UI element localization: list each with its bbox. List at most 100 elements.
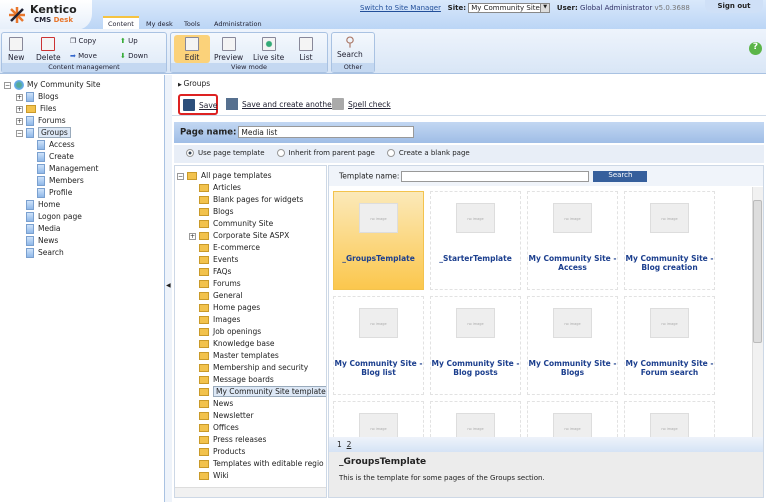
search-button[interactable]: ⚲ Search xyxy=(337,35,363,59)
template-category[interactable]: Newsletter xyxy=(199,411,254,420)
template-tile[interactable]: no image My Community Site - Blog posts xyxy=(430,296,521,395)
help-icon[interactable]: ? xyxy=(749,42,762,55)
template-category[interactable]: News xyxy=(199,399,233,408)
tree-item[interactable]: Media xyxy=(16,224,61,234)
logo-title: Kentico xyxy=(30,3,77,16)
template-category[interactable]: Products xyxy=(199,447,245,456)
horizontal-scrollbar[interactable] xyxy=(175,487,326,497)
radio-0[interactable]: Use page template xyxy=(186,149,265,157)
expand-icon[interactable]: + xyxy=(16,105,23,113)
template-category[interactable]: Wiki xyxy=(199,471,229,480)
collapse-icon[interactable]: − xyxy=(4,81,11,89)
page-2-link[interactable]: 2 xyxy=(347,440,352,449)
edit-button[interactable]: Edit xyxy=(174,35,210,63)
template-category[interactable]: E-commerce xyxy=(199,243,260,252)
template-category[interactable]: Message boards xyxy=(199,375,274,384)
template-tile[interactable]: no image _GroupsTemplate xyxy=(333,191,424,290)
template-tile[interactable]: no image _StarterTemplate xyxy=(430,191,521,290)
template-category[interactable]: Home pages xyxy=(199,303,260,312)
new-button[interactable]: New xyxy=(8,37,24,62)
page-name-input[interactable]: Media list xyxy=(238,126,415,138)
tree-item[interactable]: Management xyxy=(37,164,98,174)
tree-item[interactable]: + Files xyxy=(16,104,56,113)
template-tile[interactable]: no image My Community Site - Forum search xyxy=(624,296,715,395)
live-site-button[interactable]: Live site xyxy=(253,37,284,62)
tree-item[interactable]: Profile xyxy=(37,188,72,198)
template-category[interactable]: + Corporate Site ASPX xyxy=(189,231,289,240)
template-tile[interactable]: no image xyxy=(527,401,618,443)
down-button[interactable]: ⬇ Down xyxy=(120,52,148,60)
expand-icon[interactable]: + xyxy=(16,117,23,125)
template-category[interactable]: Blank pages for widgets xyxy=(199,195,303,204)
template-category[interactable]: Knowledge base xyxy=(199,339,275,348)
template-category[interactable]: Events xyxy=(199,255,238,264)
delete-button[interactable]: Delete xyxy=(36,37,61,62)
template-category[interactable]: Offices xyxy=(199,423,239,432)
splitter[interactable]: ◀ xyxy=(165,75,172,502)
template-category[interactable]: Articles xyxy=(199,183,241,192)
collapse-icon[interactable]: − xyxy=(177,172,184,180)
template-category[interactable]: General xyxy=(199,291,243,300)
tree-item[interactable]: News xyxy=(16,236,58,246)
template-tile[interactable]: no image xyxy=(430,401,521,443)
template-tile[interactable]: no image xyxy=(624,401,715,443)
scrollbar-thumb[interactable] xyxy=(753,200,762,343)
folder-icon xyxy=(199,400,209,408)
copy-button[interactable]: ❐ Copy xyxy=(70,37,96,45)
template-name-input[interactable] xyxy=(401,171,590,182)
breadcrumb-item[interactable]: Groups xyxy=(183,79,210,88)
list-button[interactable]: List xyxy=(299,37,313,62)
sign-out-button[interactable]: Sign out xyxy=(705,0,763,13)
tree-root[interactable]: − My Community Site xyxy=(4,80,100,90)
move-button[interactable]: ➡ Move xyxy=(70,52,97,60)
template-category[interactable]: My Community Site templates xyxy=(199,386,326,397)
tree-item[interactable]: Home xyxy=(16,200,60,210)
template-tile[interactable]: no image My Community Site - Blog list xyxy=(333,296,424,395)
template-category[interactable]: Press releases xyxy=(199,435,266,444)
expand-icon[interactable]: + xyxy=(16,93,23,101)
template-category[interactable]: Blogs xyxy=(199,207,234,216)
site-select[interactable]: My Community Site ▼ xyxy=(468,3,551,13)
template-category[interactable]: FAQs xyxy=(199,267,231,276)
template-category[interactable]: Images xyxy=(199,315,240,324)
template-category[interactable]: Master templates xyxy=(199,351,279,360)
tree-item[interactable]: Access xyxy=(37,140,75,150)
tree-item[interactable]: Logon page xyxy=(16,212,82,222)
tree-item[interactable]: Create xyxy=(37,152,74,162)
template-tile[interactable]: no image My Community Site - Blogs xyxy=(527,296,618,395)
tree-item-label: Offices xyxy=(213,423,239,432)
template-category[interactable]: Templates with editable regio xyxy=(199,459,324,468)
template-category[interactable]: Job openings xyxy=(199,327,261,336)
tree-item[interactable]: − Groups xyxy=(16,127,71,138)
template-tile[interactable]: no image My Community Site - Blog creatio… xyxy=(624,191,715,290)
tree-item[interactable]: Members xyxy=(37,176,84,186)
tree-item[interactable]: + Forums xyxy=(16,116,66,126)
page-icon xyxy=(26,116,34,126)
page-name-header: Page name: Media list xyxy=(174,122,764,143)
switch-to-site-manager-link[interactable]: Switch to Site Manager xyxy=(360,4,441,12)
expand-icon[interactable]: + xyxy=(189,232,196,240)
tree-item[interactable]: + Blogs xyxy=(16,92,59,102)
save-and-create-another-button[interactable]: Save and create another xyxy=(242,100,335,109)
template-tile[interactable]: no image My Community Site - Access xyxy=(527,191,618,290)
preview-button[interactable]: Preview xyxy=(214,37,243,62)
template-tree-root[interactable]: − All page templates xyxy=(177,171,272,180)
radio-2[interactable]: Create a blank page xyxy=(386,149,470,157)
template-search-button[interactable]: Search xyxy=(593,171,648,182)
tree-item[interactable]: Search xyxy=(16,248,64,258)
spell-check-button[interactable]: Spell check xyxy=(348,100,391,109)
radio-1[interactable]: Inherit from parent page xyxy=(276,149,375,157)
save-button[interactable]: Save xyxy=(178,94,218,115)
template-category[interactable]: Membership and security xyxy=(199,363,308,372)
tree-item-label: Templates with editable regio xyxy=(213,459,324,468)
template-category[interactable]: Forums xyxy=(199,279,241,288)
tree-item-label: Groups xyxy=(38,127,71,138)
radio-label: Create a blank page xyxy=(398,149,470,157)
page-1[interactable]: 1 xyxy=(337,440,342,449)
template-tile[interactable]: no image xyxy=(333,401,424,443)
collapse-icon[interactable]: − xyxy=(16,129,23,137)
tree-item-label: Newsletter xyxy=(213,411,254,420)
template-category[interactable]: Community Site xyxy=(199,219,273,228)
up-button[interactable]: ⬆ Up xyxy=(120,37,138,45)
collapse-arrow-icon[interactable]: ◀ xyxy=(166,282,171,289)
